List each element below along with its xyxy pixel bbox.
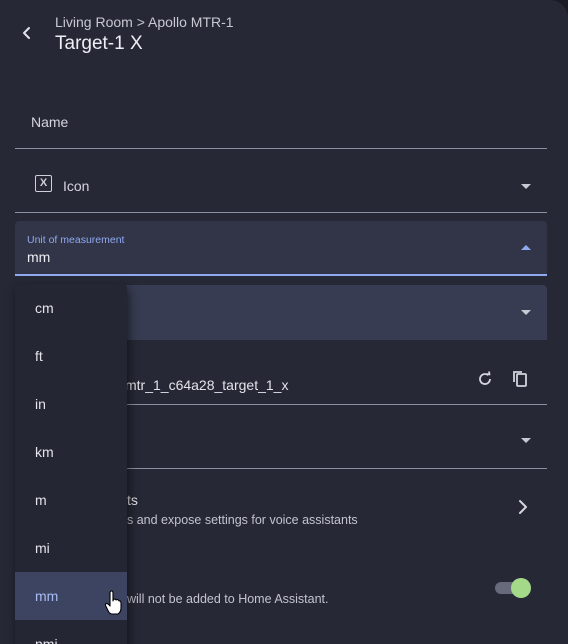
menu-item-label: km — [35, 444, 54, 460]
entity-icon: X — [35, 175, 52, 192]
reset-entity-id-button[interactable] — [474, 368, 496, 390]
copy-entity-id-button[interactable] — [509, 368, 531, 390]
unit-field-label: Unit of measurement — [27, 234, 125, 246]
menu-item-label: nmi — [35, 636, 58, 644]
unit-dropdown-menu: cm ft in km m mi mm nmi — [15, 284, 127, 644]
name-field-label: Name — [31, 114, 69, 130]
menu-item-label: cm — [35, 300, 54, 316]
caret-down-icon — [521, 310, 531, 315]
chevron-right-icon — [519, 500, 527, 514]
entity-id-value: mtr_1_c64a28_target_1_x — [125, 377, 289, 393]
icon-field-label: Icon — [63, 178, 90, 194]
caret-down-icon — [521, 184, 531, 189]
voice-assistants-title: ts — [127, 492, 138, 508]
menu-item-label: mm — [35, 588, 59, 604]
reset-icon — [479, 371, 491, 385]
menu-item-ft[interactable]: ft — [15, 332, 127, 380]
menu-item-km[interactable]: km — [15, 428, 127, 476]
menu-item-mm[interactable]: mm — [15, 572, 127, 620]
copy-icon — [513, 371, 527, 387]
page-title: Target-1 X — [55, 33, 143, 54]
entity-settings-dialog: Living Room > Apollo MTR-1 Target-1 X Na… — [0, 0, 568, 644]
breadcrumb[interactable]: Living Room > Apollo MTR-1 — [55, 14, 234, 30]
caret-up-icon — [521, 245, 531, 250]
menu-item-label: mi — [35, 540, 50, 556]
unit-of-measurement-select[interactable]: Unit of measurement mm — [15, 221, 547, 276]
menu-item-nmi[interactable]: nmi — [15, 620, 127, 644]
menu-item-in[interactable]: in — [15, 380, 127, 428]
back-arrow-icon — [23, 27, 30, 39]
menu-item-cm[interactable]: cm — [15, 284, 127, 332]
name-field[interactable]: Name — [15, 96, 547, 149]
caret-down-icon — [521, 438, 531, 443]
menu-item-mi[interactable]: mi — [15, 524, 127, 572]
enabled-toggle[interactable] — [495, 576, 531, 598]
back-button[interactable] — [12, 18, 42, 48]
menu-item-label: in — [35, 396, 46, 412]
unit-field-value: mm — [27, 249, 51, 265]
voice-assistants-subtitle: s and expose settings for voice assistan… — [127, 513, 358, 527]
menu-item-label: m — [35, 492, 47, 508]
dialog-header: Living Room > Apollo MTR-1 Target-1 X — [0, 0, 568, 80]
enabled-subtitle: will not be added to Home Assistant. — [127, 592, 329, 606]
icon-picker[interactable]: X Icon — [15, 160, 547, 213]
menu-item-m[interactable]: m — [15, 476, 127, 524]
menu-item-label: ft — [35, 348, 43, 364]
toggle-knob — [511, 578, 531, 598]
